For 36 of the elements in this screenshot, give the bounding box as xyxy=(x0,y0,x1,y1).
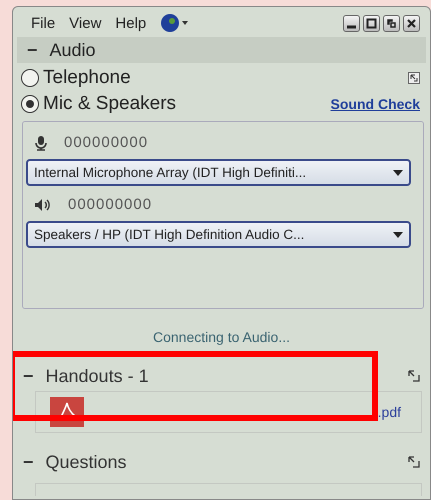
popout-icon[interactable] xyxy=(408,72,420,84)
section-title: Handouts - 1 xyxy=(46,366,149,386)
globe-icon[interactable] xyxy=(160,13,190,33)
device-dropdown[interactable]: Internal Microphone Array (IDT High Definiti... xyxy=(26,159,411,186)
file-link[interactable]: .pdf xyxy=(378,404,401,420)
section-title: Audio xyxy=(50,40,96,60)
caret-icon[interactable] xyxy=(393,170,403,176)
popout-icon[interactable] xyxy=(408,456,420,468)
popout-icon[interactable] xyxy=(408,370,420,382)
collapse-button[interactable]: − xyxy=(19,366,38,386)
speaker-icon xyxy=(34,198,52,212)
collapse-button[interactable]: − xyxy=(23,40,42,60)
maximize-icon xyxy=(366,18,377,28)
restore-button[interactable] xyxy=(383,14,400,32)
microphone-icon xyxy=(34,134,48,150)
minimize-icon xyxy=(346,24,357,28)
close-button[interactable] xyxy=(403,14,420,32)
device-dropdown[interactable]: Speakers / HP (IDT High Definition Audio C... xyxy=(26,221,411,248)
menu-item[interactable]: View xyxy=(69,14,102,32)
radio-label: Telephone xyxy=(43,67,131,89)
radio-button[interactable] xyxy=(21,95,39,113)
level-meter-text: 000000000 xyxy=(68,196,152,213)
collapse-button[interactable]: − xyxy=(19,452,38,472)
status-text: Connecting to Audio... xyxy=(152,328,291,347)
close-icon xyxy=(406,18,417,28)
sound-check-link[interactable]: Sound Check xyxy=(330,96,420,112)
section-title: Questions xyxy=(46,452,127,472)
level-meter-text: 000000000 xyxy=(64,134,148,151)
caret-icon[interactable] xyxy=(393,232,403,238)
radio-button[interactable] xyxy=(21,69,39,87)
radio-label: Mic & Speakers xyxy=(43,93,176,115)
restore-icon xyxy=(386,18,397,28)
maximize-button[interactable] xyxy=(363,14,380,32)
menu-item[interactable]: File xyxy=(31,14,56,32)
menu-item[interactable]: Help xyxy=(115,14,146,32)
minimize-button[interactable] xyxy=(343,14,360,32)
